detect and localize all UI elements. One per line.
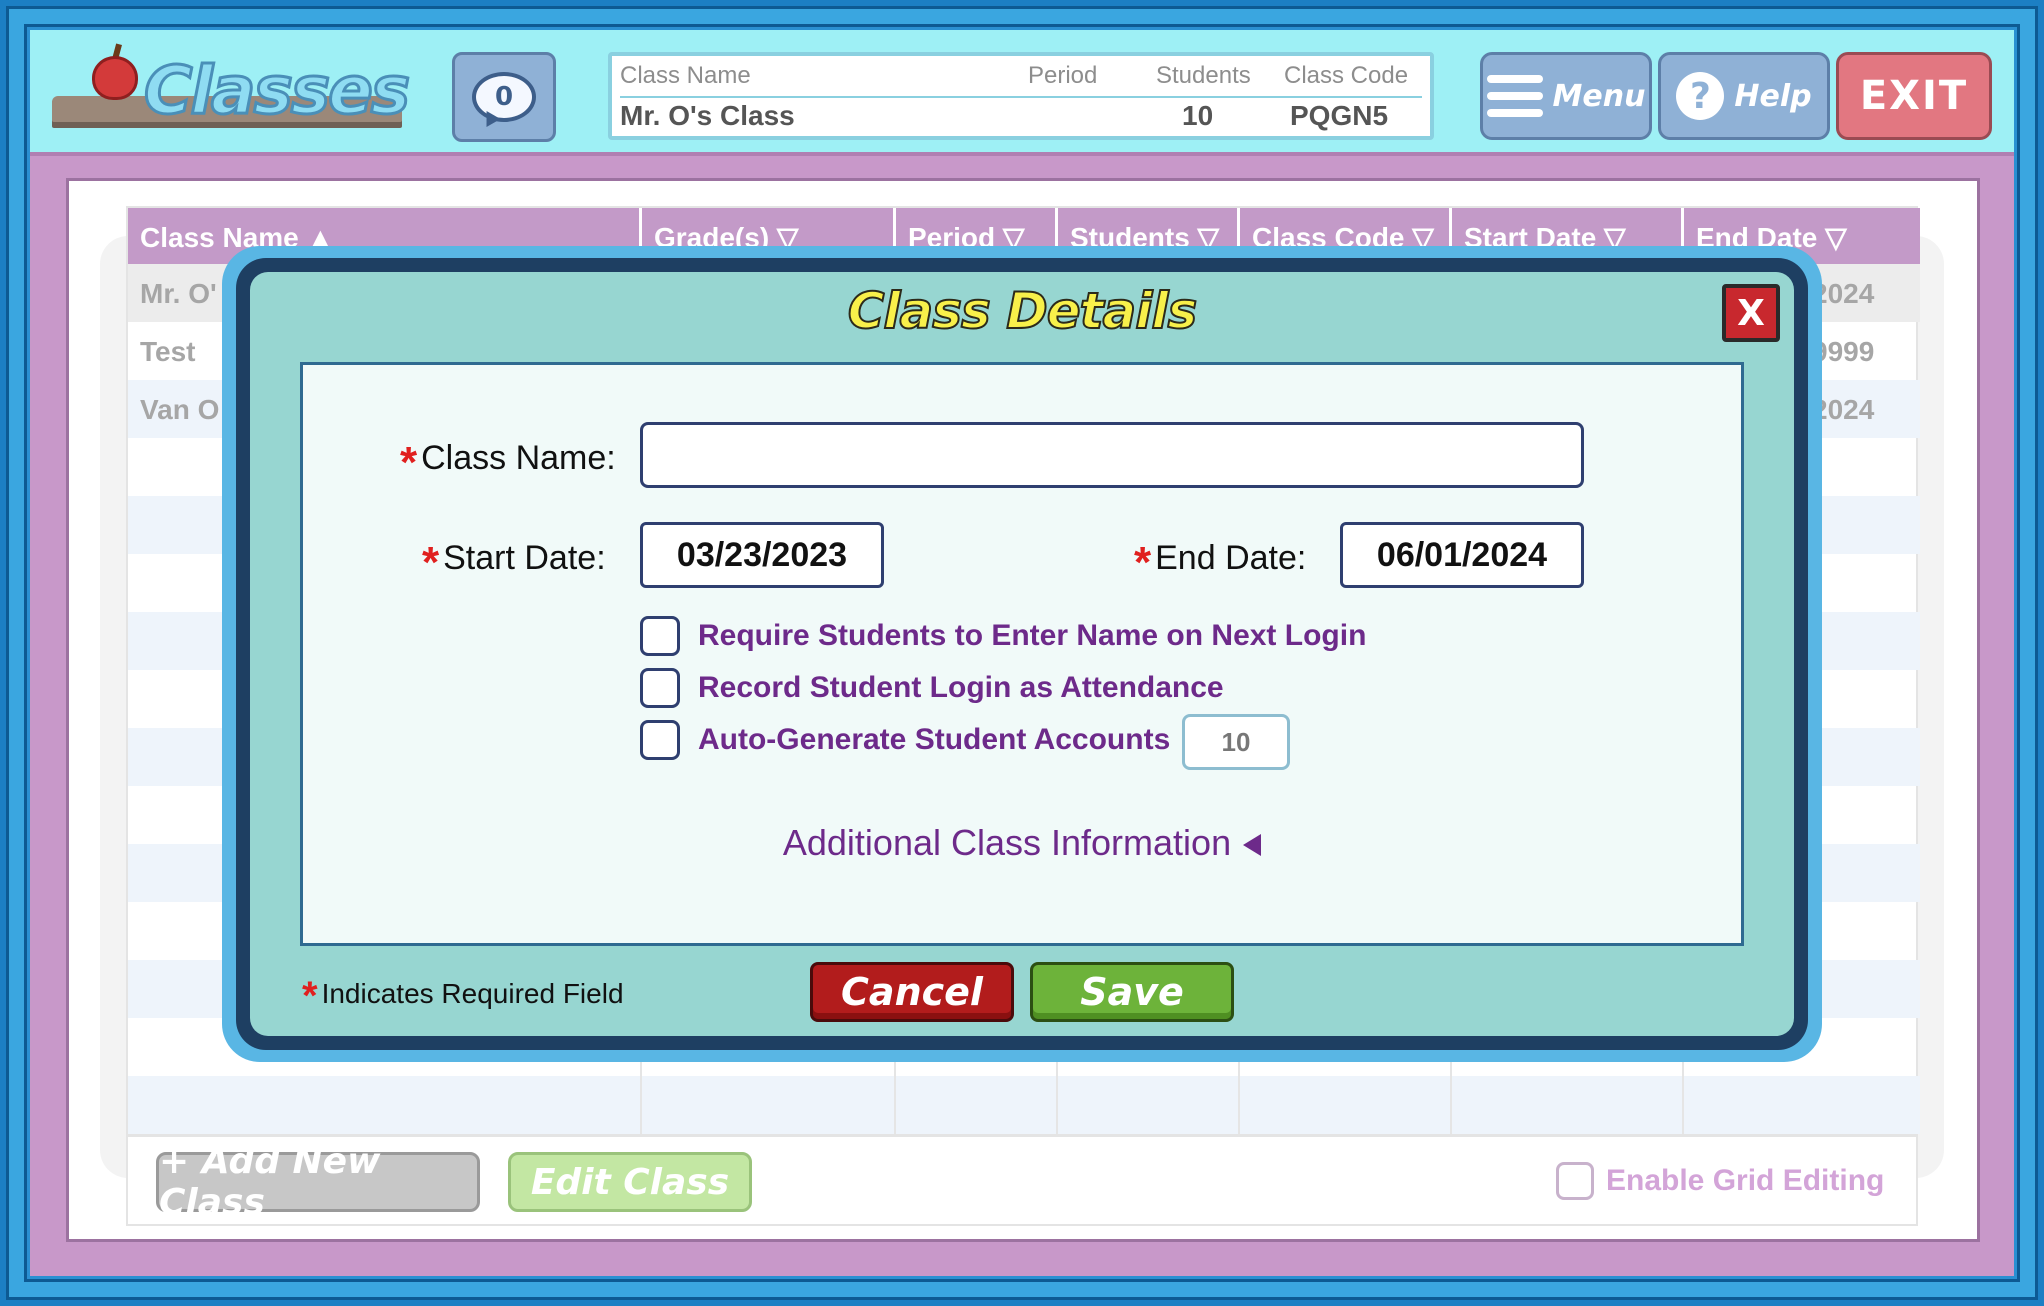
help-label: Help bbox=[1734, 78, 1812, 114]
row-class-name: Van O bbox=[140, 394, 220, 425]
empty-row bbox=[128, 1076, 1920, 1134]
class-name-input[interactable] bbox=[640, 422, 1584, 488]
required-asterisk-icon: * bbox=[1134, 538, 1152, 587]
close-button[interactable]: X bbox=[1722, 284, 1780, 342]
enable-grid-editing[interactable]: Enable Grid Editing bbox=[1556, 1162, 1884, 1200]
summary-head-class-name: Class Name bbox=[620, 62, 751, 89]
menu-button[interactable]: Menu bbox=[1480, 52, 1652, 140]
hamburger-icon bbox=[1486, 75, 1543, 117]
logo-text: Classes bbox=[142, 51, 411, 131]
record-attendance-option[interactable]: Record Student Login as Attendance bbox=[640, 668, 1224, 708]
additional-class-information-toggle[interactable]: Additional Class Information bbox=[300, 822, 1744, 864]
auto-generate-label: Auto-Generate Student Accounts bbox=[698, 723, 1171, 756]
speech-bubble-icon: 0 bbox=[472, 72, 536, 122]
require-name-label: Require Students to Enter Name on Next L… bbox=[698, 619, 1367, 652]
required-asterisk-icon: * bbox=[422, 538, 440, 587]
required-field-note: * Indicates Required Field bbox=[302, 974, 624, 1018]
required-asterisk-icon: * bbox=[400, 438, 418, 487]
summary-class-name: Mr. O's Class bbox=[620, 100, 795, 131]
record-attendance-label: Record Student Login as Attendance bbox=[698, 671, 1224, 704]
edit-class-button[interactable]: Edit Class bbox=[508, 1152, 752, 1212]
record-attendance-checkbox[interactable] bbox=[640, 668, 680, 708]
auto-generate-checkbox[interactable] bbox=[640, 720, 680, 760]
triangle-left-icon bbox=[1243, 834, 1262, 857]
summary-students: 10 bbox=[1182, 100, 1214, 131]
auto-generate-option[interactable]: Auto-Generate Student Accounts bbox=[640, 720, 1170, 760]
summary-head-students: Students bbox=[1156, 62, 1251, 89]
grid-editing-checkbox[interactable] bbox=[1556, 1162, 1594, 1200]
row-class-name: Test bbox=[140, 336, 196, 367]
end-date-label: * End Date: bbox=[1134, 538, 1307, 587]
exit-button[interactable]: EXIT bbox=[1836, 52, 1992, 140]
class-name-label: * Class Name: bbox=[400, 438, 616, 487]
start-date-input[interactable]: 03/23/2023 bbox=[640, 522, 884, 588]
summary-head-period: Period bbox=[1028, 62, 1098, 89]
summary-class-code: PQGN5 bbox=[1290, 100, 1389, 131]
app-logo: Classes bbox=[52, 40, 412, 140]
require-name-checkbox[interactable] bbox=[640, 616, 680, 656]
save-button[interactable]: Save bbox=[1030, 962, 1234, 1022]
summary-divider bbox=[620, 96, 1422, 98]
help-button[interactable]: ? Help bbox=[1658, 52, 1830, 140]
cancel-button[interactable]: Cancel bbox=[810, 962, 1014, 1022]
grid-editing-label: Enable Grid Editing bbox=[1606, 1164, 1885, 1197]
modal-title: Class Details bbox=[847, 281, 1199, 341]
require-name-option[interactable]: Require Students to Enter Name on Next L… bbox=[640, 616, 1366, 656]
end-date-input[interactable]: 06/01/2024 bbox=[1340, 522, 1584, 588]
message-count: 0 bbox=[494, 82, 514, 112]
current-class-summary: Class Name Period Students Class Code Mr… bbox=[608, 52, 1434, 140]
menu-label: Menu bbox=[1552, 78, 1646, 114]
messages-button[interactable]: 0 bbox=[452, 52, 556, 142]
apple-icon bbox=[92, 56, 138, 100]
start-date-label: * Start Date: bbox=[422, 538, 606, 587]
summary-head-class-code: Class Code bbox=[1284, 62, 1409, 89]
auto-generate-count-input[interactable]: 10 bbox=[1182, 714, 1290, 770]
question-mark-icon: ? bbox=[1676, 72, 1725, 120]
required-asterisk-icon: * bbox=[302, 974, 318, 1018]
row-class-name: Mr. O' bbox=[140, 278, 217, 309]
add-new-class-button[interactable]: + Add New Class bbox=[156, 1141, 480, 1223]
